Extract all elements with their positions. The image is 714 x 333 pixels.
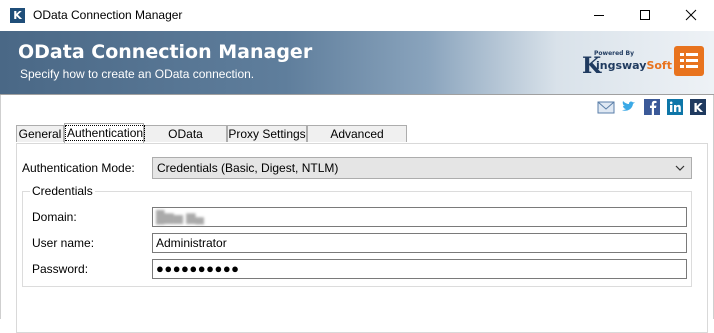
svg-text:K: K xyxy=(693,101,703,115)
close-button[interactable] xyxy=(668,0,714,31)
kingswaysoft-logo: Powered By K ingswaySoft xyxy=(582,49,672,79)
domain-label: Domain: xyxy=(32,210,77,224)
auth-mode-dropdown[interactable]: Credentials (Basic, Digest, NTLM) xyxy=(152,157,692,179)
auth-mode-value: Credentials (Basic, Digest, NTLM) xyxy=(157,161,339,175)
brand-name-accent: Soft xyxy=(646,59,672,72)
window-left-border xyxy=(0,95,1,319)
linkedin-icon[interactable] xyxy=(666,98,684,116)
tab-odata-settings[interactable]: OData Settings xyxy=(144,125,227,158)
app-icon: K xyxy=(10,8,25,23)
minimize-icon xyxy=(594,15,604,16)
tab-advanced-settings[interactable]: Advanced Settings xyxy=(307,125,407,158)
domain-value-redacted: █▆▅ ▆▄ xyxy=(156,210,205,224)
username-field[interactable]: Administrator xyxy=(152,233,687,253)
mail-icon[interactable] xyxy=(597,98,615,116)
username-label: User name: xyxy=(32,236,95,250)
password-label: Password: xyxy=(32,262,89,276)
minimize-button[interactable] xyxy=(576,0,622,31)
brand-name: ingswaySoft xyxy=(596,59,672,72)
credentials-group-title: Credentials xyxy=(30,184,95,198)
tab-proxy-settings[interactable]: Proxy Settings xyxy=(227,125,307,142)
close-icon xyxy=(685,9,697,21)
title-bar: K OData Connection Manager xyxy=(0,0,714,31)
maximize-icon xyxy=(640,10,650,20)
banner-title: OData Connection Manager xyxy=(18,41,313,63)
brand-name-main: ingsway xyxy=(596,59,647,72)
auth-mode-label: Authentication Mode: xyxy=(22,161,135,175)
facebook-icon[interactable] xyxy=(643,98,661,116)
header-banner: OData Connection Manager Specify how to … xyxy=(0,31,714,94)
twitter-icon[interactable] xyxy=(620,98,638,116)
tab-general[interactable]: General xyxy=(16,125,64,142)
window-title: OData Connection Manager xyxy=(33,8,183,22)
tab-authentication[interactable]: Authentication xyxy=(64,123,146,143)
banner-subtitle: Specify how to create an OData connectio… xyxy=(20,67,255,81)
chevron-down-icon xyxy=(675,165,685,171)
maximize-button[interactable] xyxy=(622,0,668,31)
brand-document-icon xyxy=(674,46,704,76)
banner-divider xyxy=(0,94,714,95)
password-field[interactable]: ●●●●●●●●●● xyxy=(152,259,687,279)
kingswaysoft-icon[interactable]: K xyxy=(689,98,707,116)
domain-field[interactable]: █▆▅ ▆▄ xyxy=(152,207,687,227)
